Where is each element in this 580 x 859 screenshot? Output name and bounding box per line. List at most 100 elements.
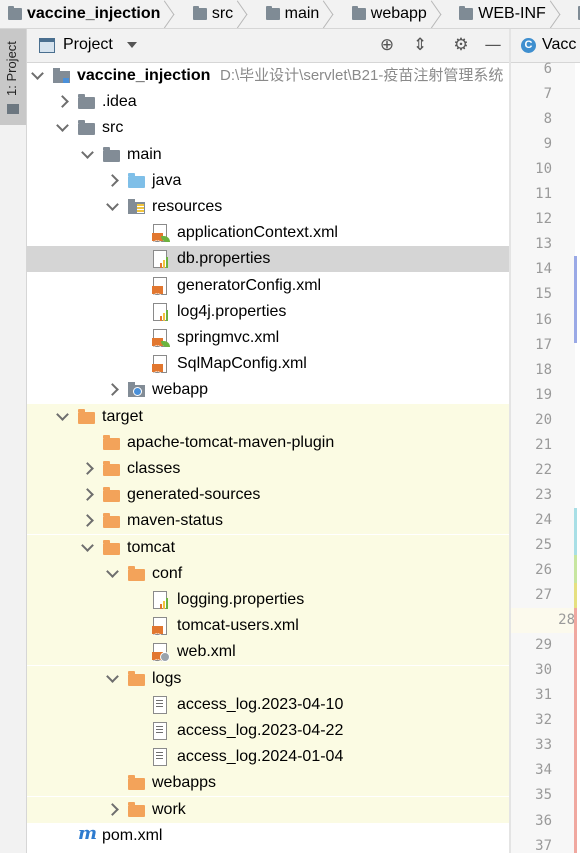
tree-row[interactable]: access_log.2023-04-22 bbox=[27, 718, 509, 744]
tree-item-label: tomcat-users.xml bbox=[177, 617, 299, 635]
chevron-right-icon[interactable] bbox=[81, 462, 94, 475]
project-window-icon bbox=[39, 38, 55, 53]
tree-row[interactable]: .idea bbox=[27, 89, 509, 115]
tree-row[interactable]: generated-sources bbox=[27, 482, 509, 509]
excluded-folder-icon bbox=[128, 670, 145, 686]
tree-item-label: work bbox=[152, 800, 186, 818]
tree-row[interactable]: maven-status bbox=[27, 508, 509, 535]
tree-item-label: tomcat bbox=[127, 538, 176, 556]
chevron-right-icon[interactable] bbox=[56, 95, 69, 109]
tree-item-label: log4j.properties bbox=[177, 302, 287, 320]
line-number: 18 bbox=[535, 361, 552, 378]
tree-row[interactable]: tomcat-users.xml bbox=[27, 613, 509, 648]
tree-row[interactable]: vaccine_injection D:\毕业设计\servlet\B21-疫苗注… bbox=[27, 63, 509, 89]
breadcrumb-separator bbox=[552, 0, 562, 28]
excluded-folder-icon bbox=[103, 513, 120, 529]
change-marker[interactable] bbox=[574, 608, 577, 853]
project-view-selector[interactable]: Project bbox=[63, 36, 113, 54]
line-number: 17 bbox=[535, 336, 552, 353]
tree-row[interactable]: work bbox=[27, 796, 509, 823]
line-number: 9 bbox=[543, 136, 552, 153]
tree-row[interactable]: applicationContext.xml bbox=[27, 220, 509, 255]
line-number: 30 bbox=[535, 662, 552, 679]
tree-item-label: target bbox=[102, 407, 143, 425]
change-marker[interactable] bbox=[574, 256, 577, 343]
line-number: 36 bbox=[535, 812, 552, 829]
tree-row[interactable]: log4j.properties bbox=[27, 299, 509, 325]
editor-tab[interactable]: Vacc bbox=[542, 36, 576, 54]
collapse-all-icon[interactable]: ⇕ bbox=[410, 35, 430, 55]
tree-row[interactable]: logging.properties bbox=[27, 587, 509, 613]
folder-icon bbox=[78, 120, 95, 136]
breadcrumb-item-jsp[interactable]: jsp bbox=[570, 0, 580, 28]
breadcrumb-item-webapp[interactable]: webapp bbox=[344, 0, 447, 28]
chevron-right-icon[interactable] bbox=[106, 173, 119, 187]
web-folder-icon bbox=[128, 382, 145, 398]
chevron-right-icon[interactable] bbox=[81, 488, 94, 502]
tree-row[interactable]: java bbox=[27, 168, 509, 194]
tree-row[interactable]: generatorConfig.xml bbox=[27, 273, 509, 308]
tree-row[interactable]: tomcat bbox=[27, 534, 509, 561]
line-number: 16 bbox=[535, 311, 552, 328]
chevron-down-icon[interactable] bbox=[127, 42, 137, 48]
tree-row[interactable]: apache-tomcat-maven-plugin bbox=[27, 429, 509, 456]
tree-row[interactable]: SqlMapConfig.xml bbox=[27, 351, 509, 386]
minimize-icon[interactable]: — bbox=[483, 35, 503, 55]
tree-row[interactable]: m pom.xml bbox=[27, 823, 509, 849]
chevron-down-icon[interactable] bbox=[56, 119, 69, 133]
tree-item-label: webapps bbox=[152, 774, 217, 792]
line-number: 10 bbox=[535, 161, 552, 178]
folder-icon bbox=[265, 6, 280, 20]
tree-row[interactable]: target bbox=[27, 403, 509, 430]
tree-item-label: applicationContext.xml bbox=[177, 224, 338, 242]
chevron-down-icon[interactable] bbox=[106, 564, 119, 578]
chevron-down-icon[interactable] bbox=[106, 198, 119, 211]
breadcrumb-item-web-inf[interactable]: WEB-INF bbox=[451, 0, 566, 28]
line-number: 12 bbox=[535, 211, 552, 228]
tree-row[interactable]: webapps bbox=[27, 770, 509, 797]
spring-xml-file-icon bbox=[152, 224, 170, 255]
chevron-down-icon[interactable] bbox=[81, 145, 94, 159]
tree-row[interactable]: web.xml bbox=[27, 639, 509, 674]
tree-row[interactable]: classes bbox=[27, 456, 509, 482]
tree-row[interactable]: main bbox=[27, 142, 509, 168]
tree-row[interactable]: springmvc.xml bbox=[27, 325, 509, 360]
tree-row[interactable]: resources bbox=[27, 194, 509, 220]
source-folder-icon bbox=[128, 172, 145, 188]
tree-row[interactable]: src bbox=[27, 115, 509, 141]
text-file-icon bbox=[153, 748, 167, 767]
line-number: 21 bbox=[535, 436, 552, 453]
breadcrumb-item-src[interactable]: src bbox=[185, 0, 253, 28]
tree-row[interactable]: db.properties bbox=[27, 246, 509, 273]
tree-item-label: maven-status bbox=[127, 512, 224, 530]
properties-file-icon bbox=[153, 302, 168, 321]
locate-icon[interactable]: ⊕ bbox=[377, 35, 397, 55]
tree-item-label: logs bbox=[152, 669, 182, 687]
chevron-down-icon[interactable] bbox=[106, 669, 119, 683]
change-marker[interactable] bbox=[574, 508, 577, 555]
breadcrumb-item-vaccine-injection[interactable]: vaccine_injection bbox=[0, 0, 180, 28]
change-marker[interactable] bbox=[574, 555, 577, 583]
chevron-down-icon[interactable] bbox=[31, 67, 44, 80]
chevron-down-icon[interactable] bbox=[81, 538, 94, 552]
chevron-right-icon[interactable] bbox=[81, 514, 94, 528]
change-marker[interactable] bbox=[574, 583, 577, 608]
tree-row[interactable]: logs bbox=[27, 665, 509, 692]
tree-item-label: vaccine_injection bbox=[77, 67, 211, 84]
chevron-down-icon[interactable] bbox=[56, 407, 69, 421]
breadcrumb-item-main[interactable]: main bbox=[258, 0, 340, 28]
settings-gear-icon[interactable]: ⚙ bbox=[451, 35, 471, 55]
chevron-right-icon[interactable] bbox=[106, 802, 119, 816]
module-folder-icon bbox=[8, 6, 22, 20]
tree-row[interactable]: access_log.2023-04-10 bbox=[27, 691, 509, 718]
chevron-right-icon[interactable] bbox=[106, 383, 119, 397]
xml-file-icon bbox=[152, 276, 167, 308]
project-tool-window-label[interactable]: 1: Project bbox=[4, 41, 19, 96]
tree-row[interactable]: conf bbox=[27, 560, 509, 587]
text-file-icon bbox=[153, 695, 167, 714]
tree-row[interactable]: webapp bbox=[27, 377, 509, 403]
breadcrumb-label: WEB-INF bbox=[478, 5, 546, 22]
tool-window-strip bbox=[0, 29, 27, 853]
tree-row[interactable]: access_log.2024-01-04 bbox=[27, 744, 509, 771]
tree-item-label: conf bbox=[152, 564, 183, 582]
